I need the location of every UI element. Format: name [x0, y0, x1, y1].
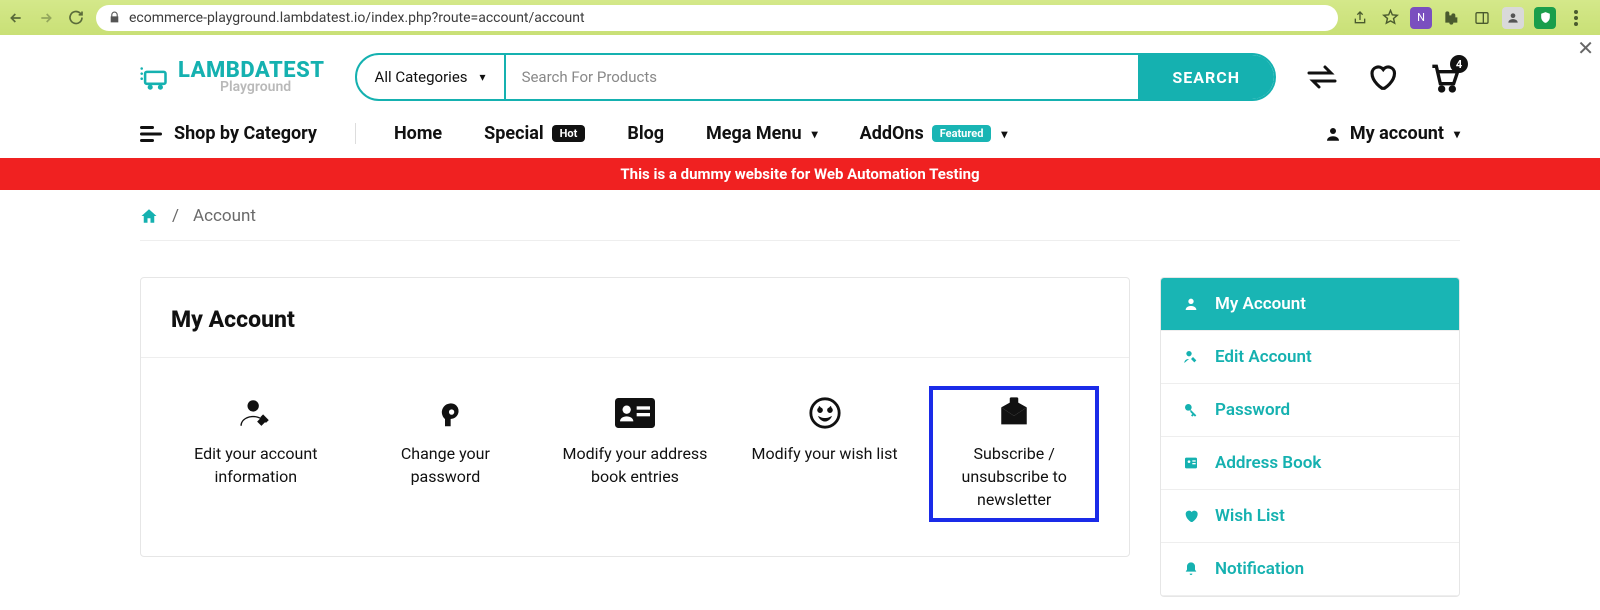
chevron-down-icon: ▾: [480, 70, 486, 84]
sidebar-item-label: My Account: [1215, 294, 1306, 314]
sidebar-item-label: Password: [1215, 400, 1290, 420]
wishlist-icon[interactable]: [1366, 62, 1398, 92]
search-button[interactable]: SEARCH: [1138, 55, 1274, 99]
logo-text-2: Playground: [220, 80, 325, 94]
notice-banner: This is a dummy website for Web Automati…: [0, 158, 1600, 190]
tile-label: Modify your address book entries: [560, 442, 710, 488]
sidebar-item-address-book[interactable]: Address Book: [1161, 437, 1459, 490]
sidebar-item-my-account[interactable]: My Account: [1161, 278, 1459, 331]
breadcrumb: / Account: [140, 206, 1460, 241]
close-icon[interactable]: ✕: [1577, 36, 1594, 60]
tile-icon: [996, 396, 1032, 430]
panel-icon[interactable]: [1472, 8, 1492, 28]
tile-label: Subscribe / unsubscribe to newsletter: [939, 442, 1089, 512]
heart-icon: [1181, 508, 1201, 524]
cart-icon[interactable]: 4: [1426, 61, 1460, 93]
profile-icon[interactable]: [1502, 7, 1524, 29]
sidebar-item-wish-list[interactable]: Wish List: [1161, 490, 1459, 543]
home-icon: [140, 207, 158, 225]
tile-2[interactable]: Modify your address book entries: [550, 386, 720, 522]
sidebar-item-notification[interactable]: Notification: [1161, 543, 1459, 596]
breadcrumb-current: Account: [193, 206, 256, 226]
tile-0[interactable]: Edit your account information: [171, 386, 341, 522]
tile-icon: [238, 396, 274, 430]
sidebar-item-password[interactable]: Password: [1161, 384, 1459, 437]
user-edit-icon: [1181, 349, 1201, 365]
account-card: My Account Edit your account information…: [140, 277, 1130, 557]
tile-4[interactable]: Subscribe / unsubscribe to newsletter: [929, 386, 1099, 522]
chevron-down-icon: ▾: [1454, 127, 1460, 141]
nav-item-home[interactable]: Home: [394, 123, 442, 144]
tile-icon: [808, 396, 842, 430]
sidebar-item-edit-account[interactable]: Edit Account: [1161, 331, 1459, 384]
cart-badge: 4: [1450, 55, 1468, 73]
my-account-nav[interactable]: My account ▾: [1324, 123, 1460, 144]
shield-icon[interactable]: [1534, 7, 1556, 29]
user-icon: [1324, 125, 1342, 143]
star-icon[interactable]: [1380, 8, 1400, 28]
lock-icon: [108, 11, 121, 24]
url-text: ecommerce-playground.lambdatest.io/index…: [129, 10, 1326, 26]
tile-icon: [615, 396, 655, 430]
nav-item-special[interactable]: SpecialHot: [484, 123, 585, 144]
logo-icon: [140, 60, 174, 94]
reload-button[interactable]: [68, 10, 84, 26]
search-input[interactable]: [506, 68, 1139, 86]
search-bar: All Categories ▾ SEARCH: [355, 53, 1276, 101]
sidebar-item-label: Address Book: [1215, 453, 1321, 473]
tile-label: Modify your wish list: [752, 442, 898, 465]
pill-badge: Hot: [552, 125, 586, 142]
user-icon: [1181, 296, 1201, 312]
back-button[interactable]: [8, 10, 24, 26]
share-icon[interactable]: [1350, 8, 1370, 28]
tile-icon: [429, 396, 461, 430]
main-nav: Shop by Category Home SpecialHot Blog Mega …: [0, 115, 1600, 158]
tile-label: Change your password: [370, 442, 520, 488]
url-bar[interactable]: ecommerce-playground.lambdatest.io/index…: [96, 5, 1338, 31]
nav-item-blog[interactable]: Blog: [627, 123, 664, 144]
bell-icon: [1181, 561, 1201, 577]
address-icon: [1181, 455, 1201, 471]
sidebar-item-label: Notification: [1215, 559, 1304, 579]
menu-icon[interactable]: [1566, 8, 1586, 28]
forward-button[interactable]: [38, 10, 54, 26]
chevron-down-icon: ▾: [1001, 127, 1007, 141]
breadcrumb-home[interactable]: [140, 207, 158, 225]
tile-label: Edit your account information: [181, 442, 331, 488]
chevron-down-icon: ▾: [812, 127, 818, 141]
browser-chrome: ecommerce-playground.lambdatest.io/index…: [0, 0, 1600, 35]
key-icon: [1181, 402, 1201, 418]
extension-1-icon[interactable]: N: [1410, 7, 1432, 29]
tile-3[interactable]: Modify your wish list: [740, 386, 910, 522]
category-select[interactable]: All Categories ▾: [357, 55, 506, 99]
site-header: LAMBDATEST Playground All Categories ▾ S…: [0, 35, 1600, 115]
nav-item-addons[interactable]: AddOnsFeatured▾: [860, 123, 1008, 144]
sidebar-item-label: Edit Account: [1215, 347, 1312, 367]
account-sidebar: My Account Edit Account Password Address Bo…: [1160, 277, 1460, 597]
hamburger-icon: [140, 126, 162, 142]
site-logo[interactable]: LAMBDATEST Playground: [140, 60, 325, 94]
sidebar-item-label: Wish List: [1215, 506, 1285, 526]
extensions-icon[interactable]: [1442, 8, 1462, 28]
card-title: My Account: [171, 306, 1099, 333]
tile-1[interactable]: Change your password: [360, 386, 530, 522]
shop-by-category[interactable]: Shop by Category: [140, 123, 355, 144]
pill-badge: Featured: [932, 125, 992, 142]
compare-icon[interactable]: [1306, 63, 1338, 91]
nav-item-mega-menu[interactable]: Mega Menu▾: [706, 123, 818, 144]
